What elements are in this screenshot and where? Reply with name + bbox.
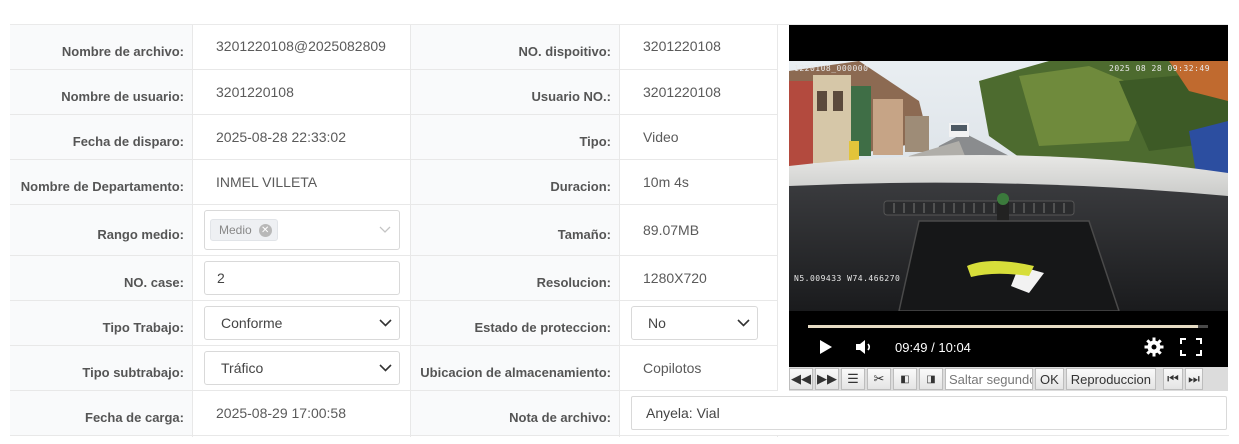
label-rango-medio: Rango medio:	[10, 205, 192, 256]
label-dispositivo: NO. dispoitivo:	[411, 25, 619, 70]
list-button[interactable]: ☰	[841, 368, 865, 390]
rango-tag-label: Medio	[219, 223, 252, 237]
label-tipo: Tipo:	[411, 115, 619, 160]
label-fecha-disparo: Fecha de disparo:	[10, 115, 192, 160]
divider	[777, 25, 778, 437]
label-estado-proteccion: Estado de proteccion:	[411, 301, 619, 346]
value-tamano: 89.07MB	[620, 205, 777, 256]
chevron-down-icon	[371, 226, 399, 234]
overlay-device-id: 1220108_000000	[794, 64, 869, 73]
rewind-button[interactable]: ◀◀	[789, 368, 813, 390]
label-nota-archivo: Nota de archivo:	[411, 391, 619, 436]
fast-forward-icon: ▶▶	[817, 371, 837, 386]
video-frame[interactable]: 1220108_000000 2025 08 28 09:32:49 N5.00…	[789, 61, 1228, 311]
label-resolucion: Resolucion:	[411, 256, 619, 301]
estado-proteccion-select[interactable]: No	[631, 306, 758, 340]
video-progress-bar[interactable]	[808, 325, 1208, 328]
label-ubicacion: Ubicacion de almacenamiento:	[411, 346, 619, 391]
cut-button[interactable]: ✂	[867, 368, 891, 390]
value-fecha-carga: 2025-08-29 17:00:58	[193, 391, 410, 436]
list-icon: ☰	[847, 371, 859, 386]
tipo-subtrabajo-select[interactable]: Tráfico	[204, 351, 400, 385]
playback-button[interactable]: Reproduccion	[1065, 368, 1157, 390]
no-case-input[interactable]: 2	[204, 261, 400, 295]
video-progress-fill	[808, 325, 1198, 328]
fullscreen-icon[interactable]	[1180, 338, 1202, 359]
label-duracion: Duracion:	[411, 160, 619, 205]
video-player[interactable]: 1220108_000000 2025 08 28 09:32:49 N5.00…	[789, 25, 1228, 367]
value-fecha-disparo: 2025-08-28 22:33:02	[193, 115, 410, 160]
tipo-trabajo-value: Conforme	[221, 315, 283, 331]
label-nombre-usuario: Nombre de usuario:	[10, 70, 192, 115]
label-tamano: Tamaño:	[411, 205, 619, 256]
ok-button[interactable]: OK	[1035, 368, 1064, 390]
frame-back-icon: ◧	[900, 373, 910, 385]
nota-archivo-input[interactable]: Anyela: Vial	[631, 396, 1227, 430]
overlay-datetime: 2025 08 28 09:32:49	[1109, 64, 1211, 73]
value-nombre-usuario: 3201220108	[193, 70, 410, 115]
overlay-gps: N5.009433 W74.466270	[794, 274, 901, 283]
label-tipo-trabajo: Tipo Trabajo:	[10, 301, 192, 346]
player-toolbar: ◀◀ ▶▶ ☰ ✂ ◧ ◨ Saltar segundos OK Reprodu…	[789, 367, 1228, 391]
seek-seconds-input[interactable]: Saltar segundos	[945, 368, 1033, 390]
skip-start-icon: ⏮	[1167, 371, 1179, 386]
rango-tag: Medio ✕	[210, 219, 278, 241]
tipo-subtrabajo-value: Tráfico	[221, 360, 264, 376]
volume-icon[interactable]	[855, 339, 875, 358]
value-duracion: 10m 4s	[620, 160, 777, 205]
value-ubicacion: Copilotos	[620, 346, 777, 391]
estado-proteccion-value: No	[648, 315, 666, 331]
frame-forward-icon: ◨	[926, 373, 936, 385]
chevron-down-icon	[371, 364, 399, 372]
label-departamento: Nombre de Departamento:	[10, 160, 192, 205]
scissors-icon: ✂	[873, 371, 885, 386]
playback-button-label: Reproduccion	[1070, 371, 1152, 387]
value-tipo: Video	[620, 115, 777, 160]
skip-end-button[interactable]: ⏭	[1185, 368, 1204, 390]
value-dispositivo: 3201220108	[620, 25, 777, 70]
label-nombre-archivo: Nombre de archivo:	[10, 25, 192, 70]
time-display: 09:49 / 10:04	[895, 340, 971, 355]
rango-medio-select[interactable]: Medio ✕	[204, 210, 400, 250]
label-tipo-subtrabajo: Tipo subtrabajo:	[10, 346, 192, 391]
settings-gear-icon[interactable]	[1144, 337, 1164, 360]
value-resolucion: 1280X720	[620, 256, 777, 301]
video-controls: 09:49 / 10:04	[789, 315, 1228, 367]
skip-start-button[interactable]: ⏮	[1163, 368, 1184, 390]
tipo-trabajo-select[interactable]: Conforme	[204, 306, 400, 340]
label-no-case: NO. case:	[10, 256, 192, 301]
chevron-down-icon	[729, 319, 757, 327]
value-departamento: INMEL VILLETA	[193, 160, 410, 205]
play-icon[interactable]	[819, 339, 833, 358]
fast-forward-button[interactable]: ▶▶	[815, 368, 839, 390]
skip-end-icon: ⏭	[1188, 371, 1200, 386]
label-usuario-no: Usuario NO.:	[411, 70, 619, 115]
value-nombre-archivo: 3201220108@2025082809	[193, 25, 410, 70]
label-fecha-carga: Fecha de carga:	[10, 391, 192, 436]
frame-back-button[interactable]: ◧	[893, 368, 917, 390]
chevron-down-icon	[371, 319, 399, 327]
frame-forward-button[interactable]: ◨	[919, 368, 943, 390]
ok-button-label: OK	[1040, 371, 1059, 387]
rewind-icon: ◀◀	[791, 371, 811, 386]
value-usuario-no: 3201220108	[620, 70, 777, 115]
tag-remove-icon[interactable]: ✕	[258, 223, 272, 237]
